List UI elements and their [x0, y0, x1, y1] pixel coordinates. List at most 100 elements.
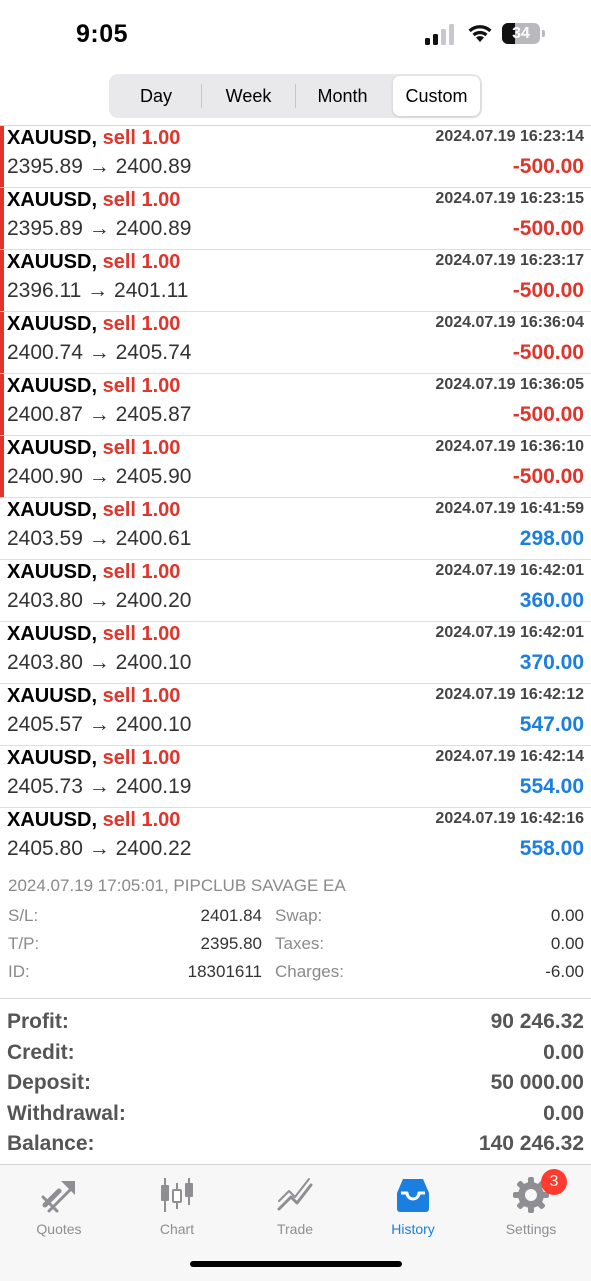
profit-label: Profit:: [7, 1010, 69, 1033]
deal-symbol: XAUUSD,: [7, 809, 98, 831]
loss-marker: [0, 312, 4, 373]
charges-value: -6.00: [545, 962, 584, 981]
tab-history[interactable]: History: [354, 1173, 472, 1243]
deal-time: 2024.07.19 16:42:01: [435, 624, 584, 641]
deal-profit: -500.00: [512, 403, 584, 426]
deal-time: 2024.07.19 16:23:14: [435, 128, 584, 145]
credit-value: 0.00: [543, 1040, 584, 1064]
withdrawal-value: 0.00: [543, 1101, 584, 1125]
deal-profit: -500.00: [512, 155, 584, 178]
tab-trade[interactable]: Trade: [236, 1173, 354, 1243]
deal-side: sell 1.00: [102, 747, 181, 769]
status-bar: 9:05 34: [0, 0, 591, 70]
details-row: T/P: 2395.80 Taxes: 0.00: [0, 934, 591, 960]
deal-prices: 2403.59 → 2400.61: [7, 527, 192, 550]
deals-list: XAUUSD, sell 1.00 2395.89 → 2400.89 2024…: [0, 126, 591, 870]
deal-side: sell 1.00: [102, 375, 181, 397]
period-selector: Day Week Month Custom: [109, 74, 482, 118]
divider: [0, 998, 591, 999]
deal-row[interactable]: XAUUSD, sell 1.00 2395.89 → 2400.89 2024…: [0, 188, 591, 250]
profit-value: 90 246.32: [490, 1010, 584, 1033]
deal-side: sell 1.00: [102, 809, 181, 831]
battery-level: 34: [512, 25, 530, 42]
tab-quotes[interactable]: Quotes: [0, 1173, 118, 1243]
tab-day[interactable]: Day: [111, 76, 201, 116]
summary-row: Profit: 90 246.32: [0, 1008, 591, 1039]
tab-chart[interactable]: Chart: [118, 1173, 236, 1243]
credit-label: Credit:: [7, 1040, 75, 1064]
tab-history-label: History: [391, 1221, 435, 1237]
status-time: 9:05: [76, 20, 129, 48]
taxes-value: 0.00: [550, 934, 584, 953]
deal-prices: 2405.73 → 2400.19: [7, 775, 192, 798]
deal-profit: -500.00: [512, 341, 584, 364]
deal-symbol: XAUUSD,: [7, 685, 98, 707]
id-value: 18301611: [187, 962, 262, 981]
deal-symbol: XAUUSD,: [7, 499, 98, 521]
deal-side: sell 1.00: [102, 499, 181, 521]
deal-time: 2024.07.19 16:36:10: [435, 438, 584, 455]
summary-row: Withdrawal: 0.00: [0, 1100, 591, 1131]
tab-trade-label: Trade: [276, 1221, 314, 1237]
deal-profit: 558.00: [519, 837, 584, 860]
loss-marker: [0, 374, 4, 435]
tab-custom[interactable]: Custom: [393, 76, 480, 116]
tab-month[interactable]: Month: [296, 76, 389, 116]
tab-settings[interactable]: Settings: [472, 1173, 590, 1243]
deal-symbol: XAUUSD,: [7, 375, 98, 397]
details-row: S/L: 2401.84 Swap: 0.00: [0, 906, 591, 932]
signal-icon: [425, 24, 454, 45]
deal-profit: 547.00: [519, 713, 584, 736]
id-label: ID:: [8, 962, 30, 981]
deal-profit: 298.00: [519, 527, 584, 550]
deal-prices: 2400.87 → 2405.87: [7, 403, 192, 426]
loss-marker: [0, 188, 4, 249]
deal-symbol: XAUUSD,: [7, 127, 98, 149]
account-summary: Profit: 90 246.32 Credit: 0.00 Deposit: …: [0, 1008, 591, 1161]
deal-prices: 2400.74 → 2405.74: [7, 341, 192, 364]
home-indicator[interactable]: [190, 1261, 402, 1267]
tp-value: 2395.80: [200, 934, 262, 953]
tab-week[interactable]: Week: [202, 76, 295, 116]
swap-label: Swap:: [275, 906, 323, 925]
deal-side: sell 1.00: [102, 251, 181, 273]
deal-prices: 2403.80 → 2400.10: [7, 651, 192, 674]
deal-time: 2024.07.19 16:42:12: [435, 686, 584, 703]
deal-row[interactable]: XAUUSD, sell 1.00 2405.80 → 2400.22 2024…: [0, 808, 591, 870]
summary-row: Deposit: 50 000.00: [0, 1069, 591, 1100]
sl-label: S/L:: [8, 906, 39, 925]
deal-row[interactable]: XAUUSD, sell 1.00 2405.73 → 2400.19 2024…: [0, 746, 591, 808]
deal-row[interactable]: XAUUSD, sell 1.00 2400.87 → 2405.87 2024…: [0, 374, 591, 436]
details-row: ID: 18301611 Charges: -6.00: [0, 962, 591, 988]
deal-row[interactable]: XAUUSD, sell 1.00 2403.59 → 2400.61 2024…: [0, 498, 591, 560]
deal-row[interactable]: XAUUSD, sell 1.00 2400.90 → 2405.90 2024…: [0, 436, 591, 498]
balance-label: Balance:: [7, 1132, 95, 1155]
deal-symbol: XAUUSD,: [7, 437, 98, 459]
deal-symbol: XAUUSD,: [7, 747, 98, 769]
charges-label: Charges:: [275, 962, 344, 981]
deal-time: 2024.07.19 16:36:05: [435, 376, 584, 393]
balance-value: 140 246.32: [478, 1132, 584, 1155]
deal-row[interactable]: XAUUSD, sell 1.00 2396.11 → 2401.11 2024…: [0, 250, 591, 312]
deal-prices: 2395.89 → 2400.89: [7, 155, 192, 178]
taxes-label: Taxes:: [275, 934, 325, 953]
tab-chart-label: Chart: [159, 1221, 195, 1237]
battery-icon: 34: [502, 23, 546, 45]
swap-value: 0.00: [550, 906, 584, 925]
deal-side: sell 1.00: [102, 623, 181, 645]
summary-row: Credit: 0.00: [0, 1039, 591, 1070]
quotes-icon: [41, 1181, 75, 1213]
deal-row[interactable]: XAUUSD, sell 1.00 2395.89 → 2400.89 2024…: [0, 126, 591, 188]
trade-icon: [277, 1178, 313, 1211]
sl-value: 2401.84: [200, 906, 262, 925]
deal-row[interactable]: XAUUSD, sell 1.00 2403.80 → 2400.10 2024…: [0, 622, 591, 684]
deal-row[interactable]: XAUUSD, sell 1.00 2405.57 → 2400.10 2024…: [0, 684, 591, 746]
deal-row[interactable]: XAUUSD, sell 1.00 2400.74 → 2405.74 2024…: [0, 312, 591, 374]
settings-badge: 3: [541, 1169, 567, 1195]
deal-time: 2024.07.19 16:42:14: [435, 748, 584, 765]
deal-time: 2024.07.19 16:23:17: [435, 252, 584, 269]
deal-prices: 2403.80 → 2400.20: [7, 589, 192, 612]
deal-row[interactable]: XAUUSD, sell 1.00 2403.80 → 2400.20 2024…: [0, 560, 591, 622]
deal-prices: 2405.80 → 2400.22: [7, 837, 192, 860]
deal-prices: 2405.57 → 2400.10: [7, 713, 192, 736]
